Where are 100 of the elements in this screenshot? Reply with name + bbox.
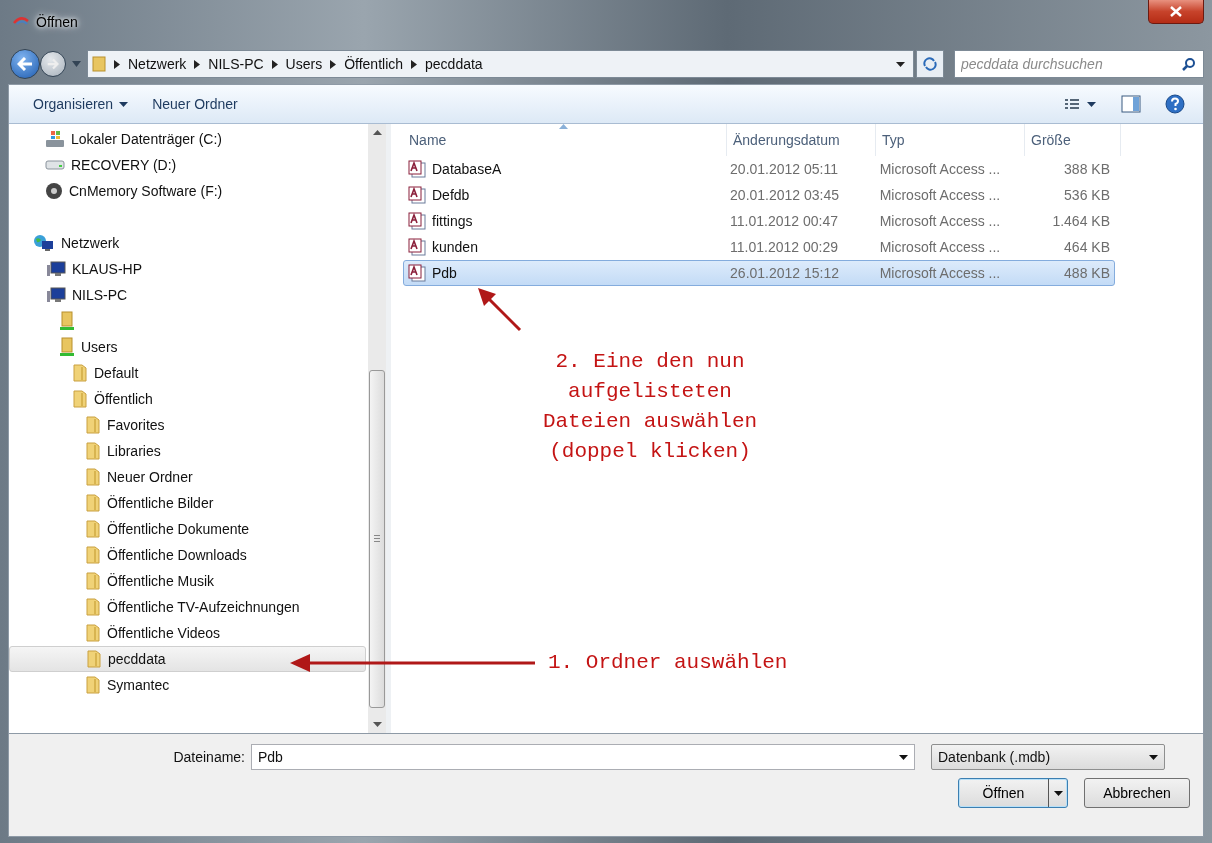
address-field[interactable]: Netzwerk NILS-PC Users Öffentlich pecddata [87, 50, 914, 78]
file-type: Microsoft Access ... [878, 187, 1002, 203]
file-row[interactable]: fittings 11.01.2012 00:47 Microsoft Access ... 1.464 KB [403, 208, 1115, 234]
breadcrumb-item[interactable]: Users [285, 56, 323, 72]
tree-item[interactable]: Netzwerk [9, 230, 366, 256]
new-folder-button[interactable]: Neuer Ordner [144, 92, 246, 116]
tree-item[interactable]: Öffentliche TV-Aufzeichnungen [9, 594, 366, 620]
file-type-dropdown[interactable]: Datenbank (.mdb) [931, 744, 1165, 770]
tree-item[interactable]: pecddata [9, 646, 366, 672]
database-file-icon [408, 160, 426, 178]
tree-item[interactable]: Öffentliche Bilder [9, 490, 366, 516]
tree-item[interactable]: Favorites [9, 412, 366, 438]
file-type: Microsoft Access ... [878, 239, 1002, 255]
folder-icon [72, 364, 88, 382]
nav-item[interactable]: CnMemory Software (F:) [9, 178, 366, 204]
scrollbar[interactable] [368, 124, 386, 733]
folder-icon [85, 442, 101, 460]
tree-item[interactable]: Neuer Ordner [9, 464, 366, 490]
search-field[interactable]: pecddata durchsuchen [954, 50, 1204, 78]
scroll-up-icon[interactable] [372, 130, 382, 135]
tree-item-label: Symantec [107, 677, 170, 693]
file-size: 536 KB [1063, 187, 1111, 203]
breadcrumb-item[interactable]: Öffentlich [344, 56, 404, 72]
refresh-icon [922, 57, 938, 71]
chevron-icon[interactable] [411, 59, 418, 69]
caret-icon [1149, 754, 1158, 760]
cancel-button[interactable]: Abbrechen [1084, 778, 1190, 808]
column-header[interactable]: Typ [876, 124, 1025, 156]
tree-item-label: Öffentliche TV-Aufzeichnungen [107, 599, 300, 615]
tree-item[interactable]: NILS-PC [9, 282, 366, 308]
tree-item[interactable]: Default [9, 360, 366, 386]
shared-folder-icon [59, 311, 75, 331]
back-button[interactable] [10, 49, 40, 79]
tree-item-label: Öffentlich [94, 391, 153, 407]
window-title: Öffnen [36, 14, 78, 30]
tree-item[interactable]: Öffentliche Musik [9, 568, 366, 594]
tree-item-label: Öffentliche Dokumente [107, 521, 250, 537]
tree-item[interactable]: KLAUS-HP [9, 256, 366, 282]
file-name: kunden [432, 239, 478, 255]
tree-item-label: Users [81, 339, 118, 355]
chevron-icon[interactable] [114, 59, 120, 69]
scrollbar-thumb[interactable] [369, 370, 385, 708]
close-button[interactable] [1148, 0, 1204, 24]
column-header[interactable]: Änderungsdatum [727, 124, 876, 156]
history-caret-icon[interactable] [72, 61, 81, 67]
tree-item-label: NILS-PC [72, 287, 128, 303]
back-arrow-icon [17, 57, 33, 71]
nav-item-label: Lokaler Datenträger (C:) [71, 131, 222, 147]
file-date: 20.01.2012 05:11 [729, 161, 840, 177]
file-type: Microsoft Access ... [878, 161, 1002, 177]
breadcrumb-item[interactable]: NILS-PC [208, 56, 264, 72]
database-file-icon [408, 264, 426, 282]
nav-item[interactable]: RECOVERY (D:) [9, 152, 366, 178]
disc-icon [45, 182, 63, 200]
file-name: DatabaseA [432, 161, 502, 177]
tree-item[interactable]: Öffentliche Videos [9, 620, 366, 646]
breadcrumb-item[interactable]: Netzwerk [128, 56, 187, 72]
folder-icon [85, 676, 101, 694]
caret-icon[interactable] [896, 61, 905, 67]
tree-item[interactable]: Öffentliche Dokumente [9, 516, 366, 542]
file-row[interactable]: kunden 11.01.2012 00:29 Microsoft Access ... 464 KB [403, 234, 1115, 260]
filename-label: Dateiname: [172, 749, 245, 765]
scroll-down-icon[interactable] [372, 722, 382, 727]
file-row[interactable]: Pdb 26.01.2012 15:12 Microsoft Access ... 488 KB [403, 260, 1115, 286]
drive-icon [45, 160, 65, 170]
tree-item[interactable]: Symantec [9, 672, 366, 698]
nav-item-label: CnMemory Software (F:) [69, 183, 223, 199]
tree-item[interactable]: Users [9, 334, 366, 360]
sort-arrow-icon [559, 124, 568, 129]
annotation-text: 2. Eine den nun aufgelisteten Dateien auswählen (doppel klicken) [541, 349, 759, 465]
file-name: Defdb [432, 187, 470, 203]
tree-item[interactable]: Öffentliche Downloads [9, 542, 366, 568]
folder-icon [85, 624, 101, 642]
network-globe-icon [33, 234, 55, 252]
forward-button[interactable] [40, 51, 66, 77]
open-button[interactable]: Öffnen [958, 778, 1068, 808]
column-header[interactable]: Größe [1025, 124, 1121, 156]
tree-item-label: Öffentliche Musik [107, 573, 215, 589]
file-date: 11.01.2012 00:29 [729, 239, 840, 255]
tree-item[interactable]: Libraries [9, 438, 366, 464]
filename-field[interactable]: Pdb [251, 744, 915, 770]
nav-item[interactable]: Lokaler Datenträger (C:) [9, 126, 366, 152]
folder-icon [92, 56, 106, 72]
breadcrumb-item[interactable]: pecddata [425, 56, 483, 72]
folder-icon [85, 520, 101, 538]
folder-icon [86, 650, 102, 668]
refresh-button[interactable] [916, 50, 944, 78]
organize-button[interactable]: Organisieren [25, 92, 137, 116]
file-date: 26.01.2012 15:12 [729, 265, 841, 281]
tree-item[interactable]: Öffentlich [9, 386, 366, 412]
file-row[interactable]: Defdb 20.01.2012 03:45 Microsoft Access ... 536 KB [403, 182, 1115, 208]
file-name: Pdb [432, 265, 457, 281]
file-size: 1.464 KB [1051, 213, 1111, 229]
folder-icon [85, 598, 101, 616]
chevron-icon[interactable] [271, 59, 278, 69]
chevron-icon[interactable] [330, 59, 337, 69]
file-row[interactable]: DatabaseA 20.01.2012 05:11 Microsoft Access ... 388 KB [403, 156, 1115, 182]
database-file-icon [408, 186, 426, 204]
annotation-arrow [478, 288, 522, 332]
chevron-icon[interactable] [194, 59, 201, 69]
